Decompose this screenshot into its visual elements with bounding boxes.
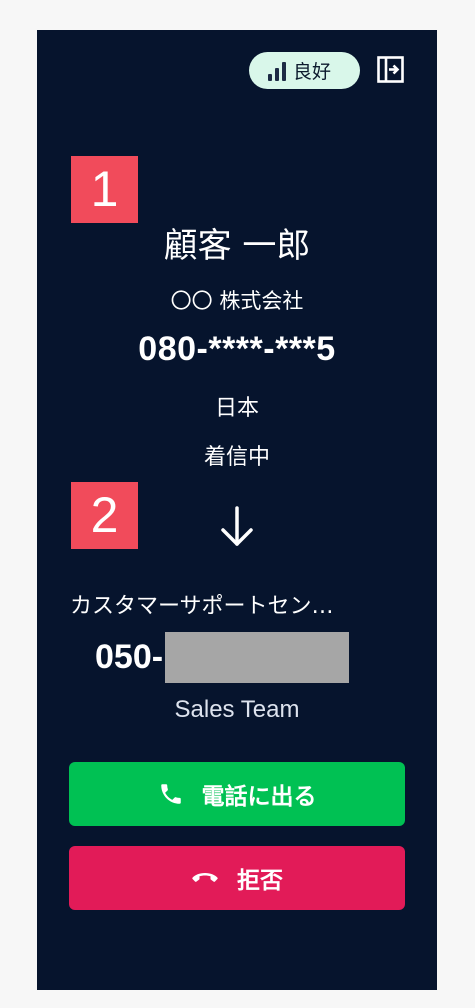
phone-icon (158, 781, 184, 807)
signal-bars-icon (268, 61, 286, 81)
destination-name: カスタマーサポートセン… (70, 594, 334, 619)
annotation-badge-2: 2 (71, 482, 138, 549)
reject-call-button[interactable]: 拒否 (69, 846, 405, 910)
signal-quality-indicator: 良好 (249, 52, 360, 89)
answer-call-label: 電話に出る (201, 784, 317, 810)
redacted-number-mask (165, 631, 350, 683)
annotation-badge-1: 1 (71, 156, 138, 223)
answer-call-button[interactable]: 電話に出る (69, 762, 405, 826)
destination-team: Sales Team (174, 696, 300, 723)
caller-country: 日本 (214, 396, 259, 421)
caller-name: 顧客 一郎 (163, 226, 311, 266)
caller-number: 080-****-***5 (138, 330, 336, 368)
destination-number-prefix: 050- (95, 637, 164, 676)
signal-quality-label: 良好 (293, 61, 332, 83)
arrow-down-icon (221, 506, 253, 546)
call-status: 着信中 (203, 445, 270, 470)
hang-up-icon (191, 870, 219, 886)
destination-number: 050- (95, 630, 350, 684)
exit-panel-button[interactable] (377, 56, 404, 83)
caller-company: 〇〇 株式会社 (170, 289, 304, 313)
reject-call-label: 拒否 (237, 868, 283, 894)
incoming-call-panel: 良好 1 顧客 一郎 〇〇 株式会社 080-****-***5 日本 着信中 … (37, 30, 437, 990)
exit-panel-icon (377, 56, 404, 83)
